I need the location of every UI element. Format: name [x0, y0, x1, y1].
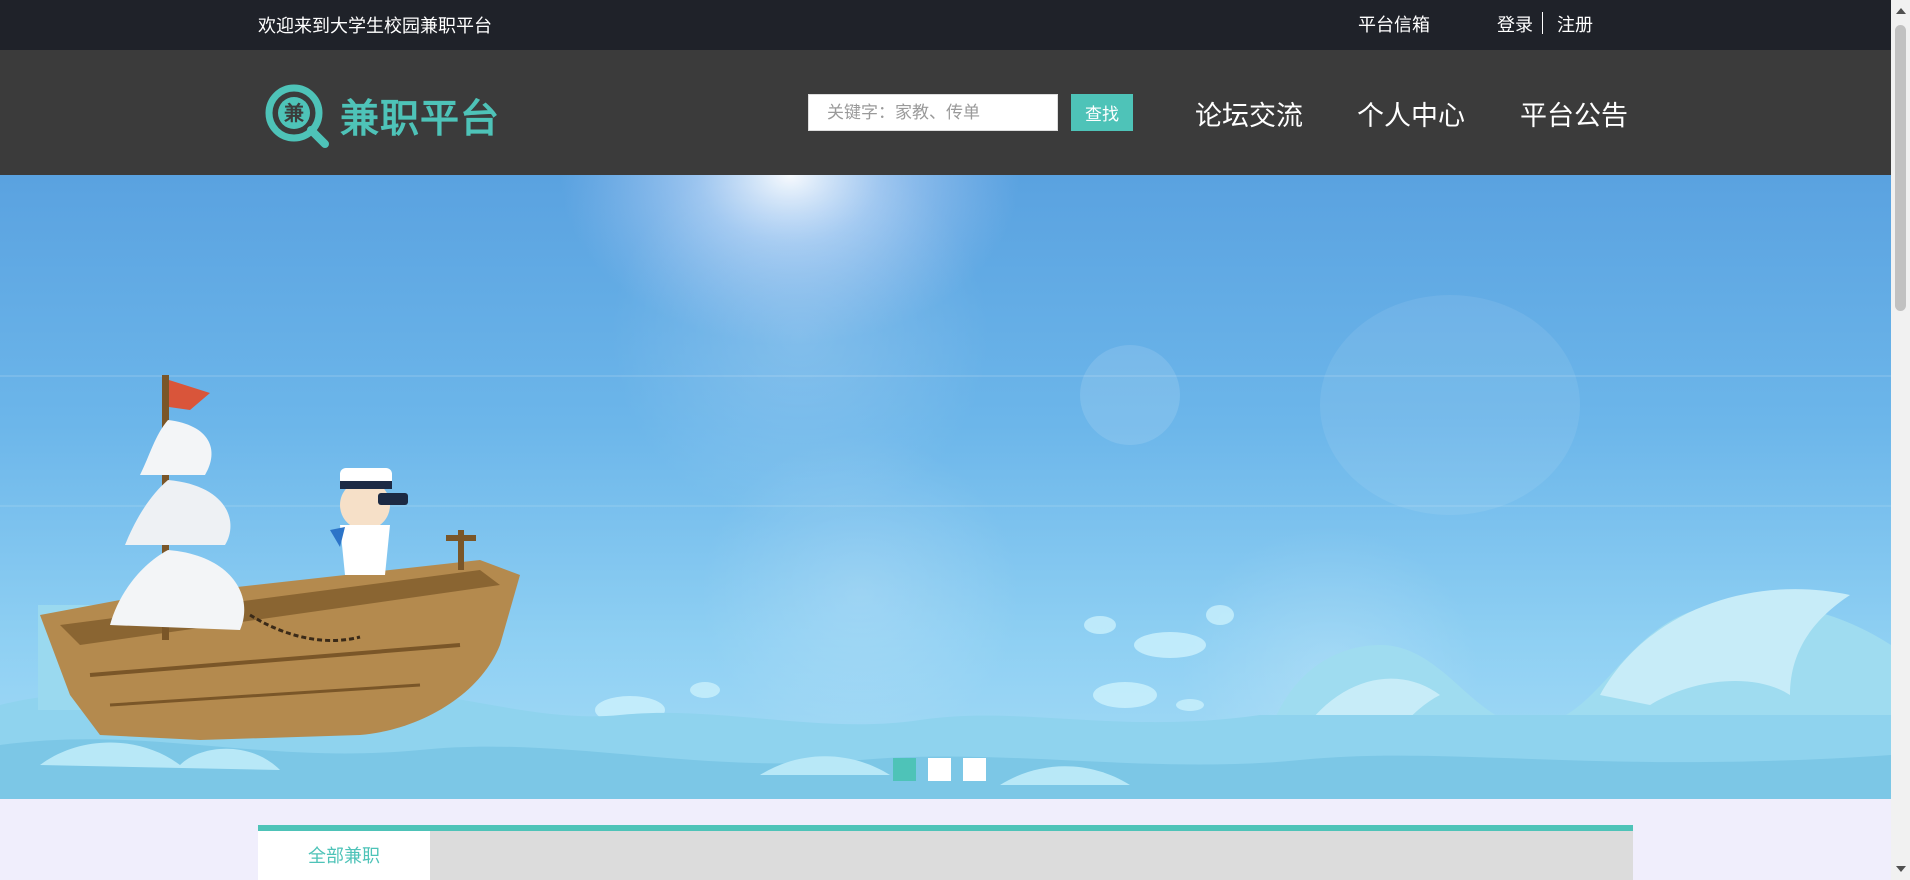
scroll-down-icon[interactable]	[1896, 866, 1906, 872]
register-link[interactable]: 注册	[1557, 11, 1593, 37]
platform-mailbox-link[interactable]: 平台信箱	[1358, 11, 1430, 37]
logo-text[interactable]: 兼职平台	[340, 88, 500, 144]
top-bar: 欢迎来到大学生校园兼职平台 平台信箱 登录 注册	[0, 0, 1891, 50]
scroll-up-icon[interactable]	[1896, 8, 1906, 14]
nav-personal-center[interactable]: 个人中心	[1357, 94, 1465, 133]
divider	[1542, 12, 1543, 34]
tab-all-jobs[interactable]: 全部兼职	[258, 831, 430, 880]
carousel-dots	[893, 758, 986, 781]
banner-illustration	[0, 175, 1891, 799]
carousel-dot-2[interactable]	[928, 758, 951, 781]
login-link[interactable]: 登录	[1497, 11, 1533, 37]
scrollbar[interactable]	[1891, 0, 1910, 880]
job-list-panel: 全部兼职	[258, 825, 1633, 880]
scroll-thumb[interactable]	[1895, 25, 1906, 311]
nav-announcements[interactable]: 平台公告	[1520, 94, 1628, 133]
banner-carousel[interactable]	[0, 175, 1891, 799]
search-button[interactable]: 查找	[1071, 94, 1133, 131]
search-input[interactable]	[808, 94, 1058, 131]
logo-icon[interactable]: 兼	[264, 83, 330, 149]
logo-char: 兼	[284, 101, 305, 125]
header: 兼 兼职平台 查找 论坛交流 个人中心 平台公告	[0, 50, 1891, 175]
nav-forum[interactable]: 论坛交流	[1195, 94, 1303, 133]
welcome-text: 欢迎来到大学生校园兼职平台	[258, 16, 492, 36]
boat-illustration	[38, 375, 520, 740]
carousel-dot-1[interactable]	[893, 758, 916, 781]
carousel-dot-3[interactable]	[963, 758, 986, 781]
